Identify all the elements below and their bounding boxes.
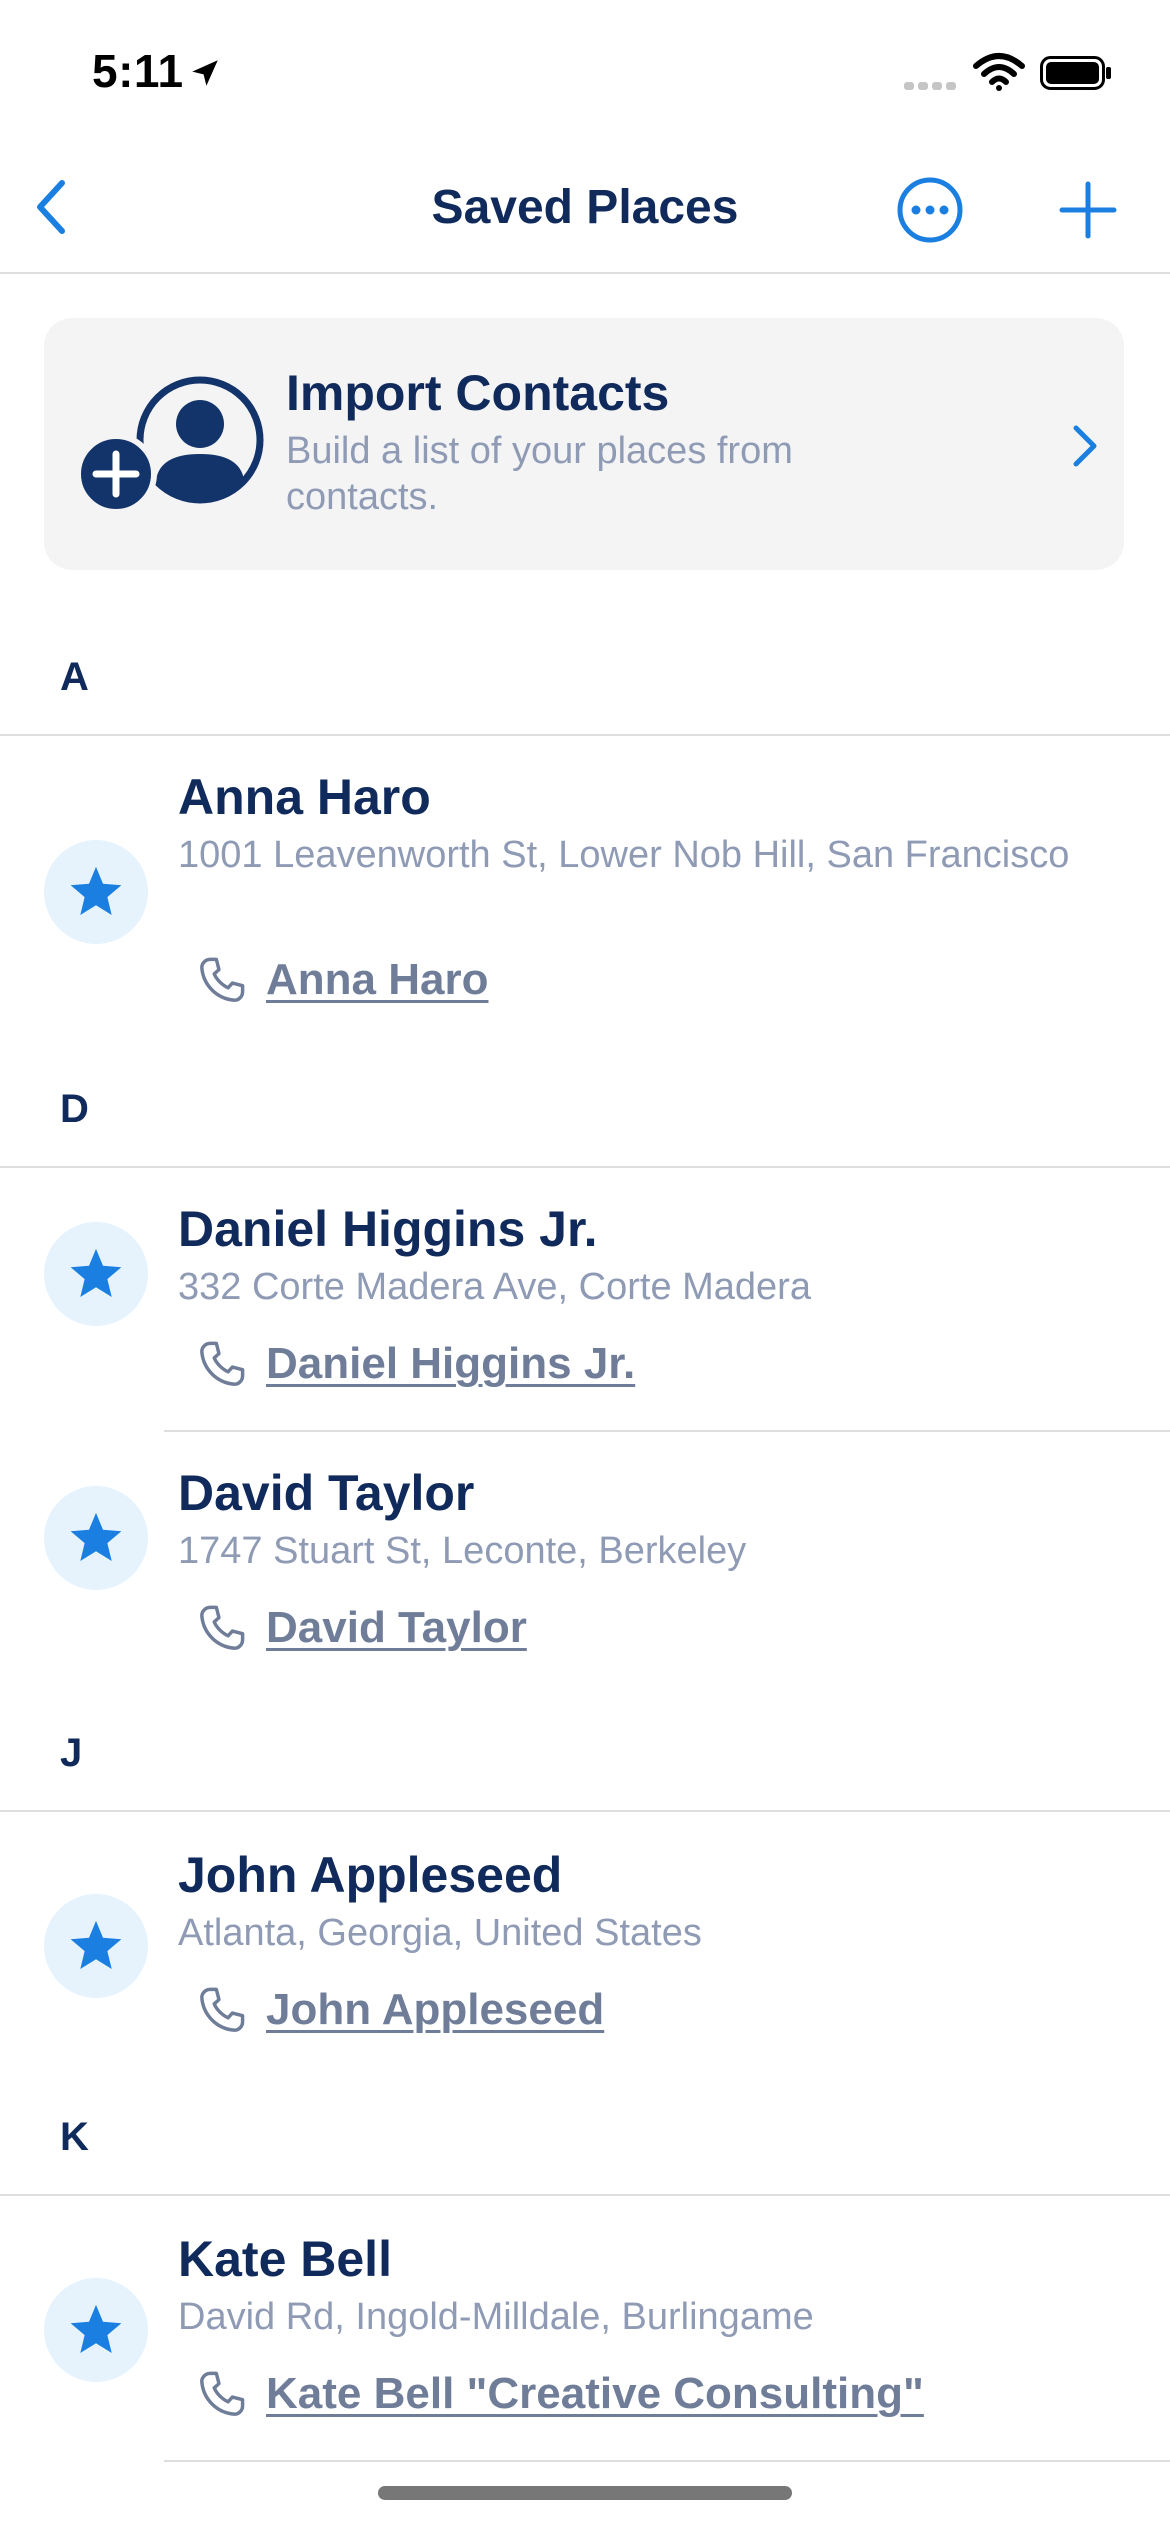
contact-name: Daniel Higgins Jr. [178, 1201, 598, 1257]
phone-link-row[interactable]: Kate Bell "Creative Consulting" [196, 2364, 924, 2424]
phone-link[interactable]: Anna Haro [266, 955, 488, 1005]
phone-icon [200, 1605, 245, 1650]
star-icon [70, 1920, 122, 1969]
favorite-badge [44, 2278, 148, 2382]
section-letter: A [60, 655, 89, 699]
phone-link[interactable]: John Appleseed [266, 1985, 604, 2035]
contact-row-john-appleseed[interactable]: John Appleseed Atlanta, Georgia, United … [0, 1814, 1170, 2072]
phone-link[interactable]: Daniel Higgins Jr. [266, 1339, 635, 1389]
contact-row-daniel-higgins[interactable]: Daniel Higgins Jr. 332 Corte Madera Ave,… [0, 1168, 1170, 1432]
contact-address: 1001 Leavenworth St, Lower Nob Hill, San… [178, 834, 1070, 876]
import-contacts-description: Build a list of your places from contact… [286, 430, 793, 518]
contact-address: David Rd, Ingold-Milldale, Burlingame [178, 2296, 814, 2338]
contact-row-david-taylor[interactable]: David Taylor 1747 Stuart St, Leconte, Be… [0, 1432, 1170, 1692]
phone-link[interactable]: David Taylor [266, 1603, 527, 1653]
section-header-a: A [0, 616, 1170, 736]
phone-link-row[interactable]: Anna Haro [196, 950, 488, 1010]
navigation-bar: Saved Places [0, 150, 1170, 274]
status-time: 5:11 [92, 45, 184, 97]
phone-link-row[interactable]: Daniel Higgins Jr. [196, 1334, 635, 1394]
location-arrow-icon [192, 60, 218, 86]
contact-address: 332 Corte Madera Ave, Corte Madera [178, 1266, 811, 1308]
star-icon [70, 1248, 122, 1297]
contact-name: John Appleseed [178, 1847, 563, 1903]
favorite-badge [44, 840, 148, 944]
star-icon [70, 2304, 122, 2353]
section-letter: K [60, 2115, 89, 2159]
phone-link[interactable]: Kate Bell "Creative Consulting" [266, 2369, 924, 2419]
section-header-k: K [0, 2076, 1170, 2196]
ellipsis-circle-icon[interactable] [896, 176, 964, 244]
page-title: Saved Places [431, 181, 739, 234]
person-add-icon [80, 376, 264, 515]
section-letter: J [60, 1731, 83, 1775]
contact-row-kate-bell[interactable]: Kate Bell David Rd, Ingold-Milldale, Bur… [0, 2198, 1170, 2462]
contact-address: Atlanta, Georgia, United States [178, 1912, 702, 1954]
phone-link-row[interactable]: John Appleseed [196, 1980, 604, 2040]
import-contacts-title: Import Contacts [286, 365, 670, 421]
contact-address: 1747 Stuart St, Leconte, Berkeley [178, 1530, 747, 1572]
section-letter: D [60, 1087, 89, 1131]
import-contacts-card[interactable]: Import Contacts Build a list of your pla… [44, 318, 1124, 570]
phone-icon [200, 957, 245, 1002]
favorite-badge [44, 1486, 148, 1590]
plus-icon[interactable] [1054, 176, 1122, 244]
contact-name: Kate Bell [178, 2231, 392, 2287]
contact-row-anna-haro[interactable]: Anna Haro 1001 Leavenworth St, Lower Nob… [0, 738, 1170, 1056]
contact-name: Anna Haro [178, 769, 431, 825]
home-indicator[interactable] [378, 2486, 792, 2500]
status-bar: 5:11 [0, 0, 1170, 150]
cellular-signal-icon [904, 82, 956, 90]
wifi-icon [973, 53, 1025, 91]
section-header-j: J [0, 1692, 1170, 1812]
star-icon [70, 866, 122, 915]
chevron-right-icon [1073, 425, 1097, 467]
favorite-badge [44, 1222, 148, 1326]
phone-icon [200, 1341, 245, 1386]
phone-link-row[interactable]: David Taylor [196, 1598, 527, 1658]
phone-icon [200, 1987, 245, 2032]
star-icon [70, 1512, 122, 1561]
contact-name: David Taylor [178, 1465, 475, 1521]
saved-places-screen: 5:11 Saved Places Import Contacts Build … [0, 0, 1170, 2532]
phone-icon [200, 2371, 245, 2416]
section-header-d: D [0, 1048, 1170, 1168]
battery-icon [1040, 56, 1111, 90]
favorite-badge [44, 1894, 148, 1998]
